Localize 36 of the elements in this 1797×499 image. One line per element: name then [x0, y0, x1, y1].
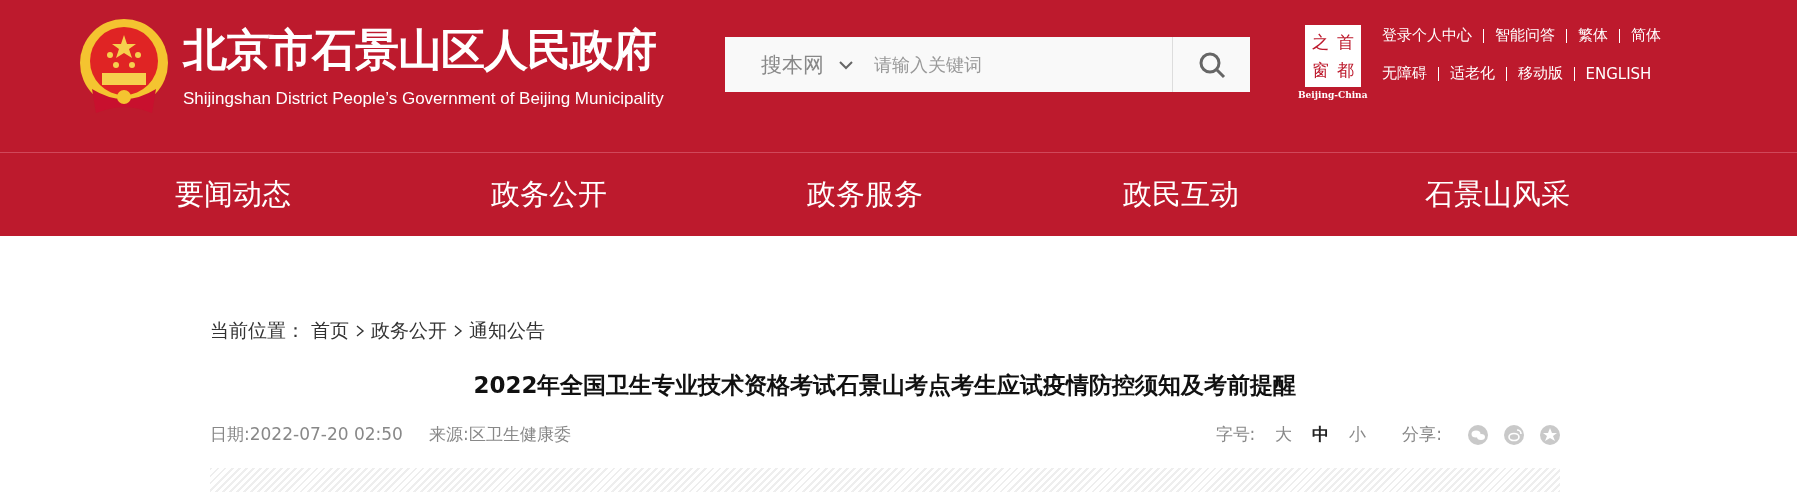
font-size-option[interactable]: 小: [1349, 423, 1367, 446]
chevron-down-icon: [838, 59, 854, 70]
article-title: 2022年全国卫生专业技术资格考试石景山考点考生应试疫情防控须知及考前提醒: [472, 371, 1298, 400]
article-date: 日期:2022-07-20 02:50: [210, 423, 403, 446]
header-link[interactable]: 智能问答: [1494, 26, 1555, 45]
share-label: 分享:: [1402, 423, 1442, 446]
breadcrumb-link[interactable]: 通知公告: [469, 318, 545, 344]
breadcrumb-link[interactable]: 政务公开: [371, 318, 447, 344]
chevron-right-icon: [453, 325, 463, 337]
breadcrumb-link[interactable]: 首页: [311, 318, 349, 344]
chat-bubbles-icon[interactable]: [1468, 424, 1488, 445]
font-size-label: 字号:: [1215, 423, 1256, 446]
site-title: 北京市石景山区人民政府: [183, 25, 657, 75]
header-link[interactable]: 移动版: [1517, 64, 1563, 83]
partner-caption: Beijing-China: [1298, 90, 1368, 100]
scope-dropdown[interactable]: 搜本网: [725, 50, 854, 79]
nav-item[interactable]: 石景山风采: [1339, 174, 1655, 215]
header-link[interactable]: 登录个人中心: [1381, 26, 1472, 45]
header-link[interactable]: 简体: [1630, 26, 1661, 45]
header-link[interactable]: 适老化: [1449, 64, 1495, 83]
breadcrumb-label: 当前位置：: [210, 318, 305, 343]
search-icon: [1197, 50, 1226, 79]
font-size-option[interactable]: 大: [1275, 423, 1293, 446]
font-size-option[interactable]: 中: [1312, 423, 1330, 446]
search-field[interactable]: 搜本网 请输入关键词: [725, 37, 1250, 92]
partner-logo[interactable]: 之 首 窗 都: [1304, 25, 1361, 87]
header-link[interactable]: 无障碍: [1381, 64, 1427, 83]
nav-item[interactable]: 政务服务: [707, 174, 1023, 215]
nav-item[interactable]: 要闻动态: [75, 174, 391, 215]
article-source: 来源:区卫生健康委: [428, 423, 571, 446]
header-link[interactable]: 繁体: [1577, 26, 1608, 45]
nav-item[interactable]: 政民互动: [1023, 174, 1339, 215]
header-link[interactable]: ENGLISH: [1585, 64, 1652, 83]
nav-item[interactable]: 政务公开: [391, 174, 707, 215]
chevron-right-icon: [355, 325, 365, 337]
site-subtitle: Shijingshan District People’s Government of Beijing Municipality: [183, 89, 664, 109]
